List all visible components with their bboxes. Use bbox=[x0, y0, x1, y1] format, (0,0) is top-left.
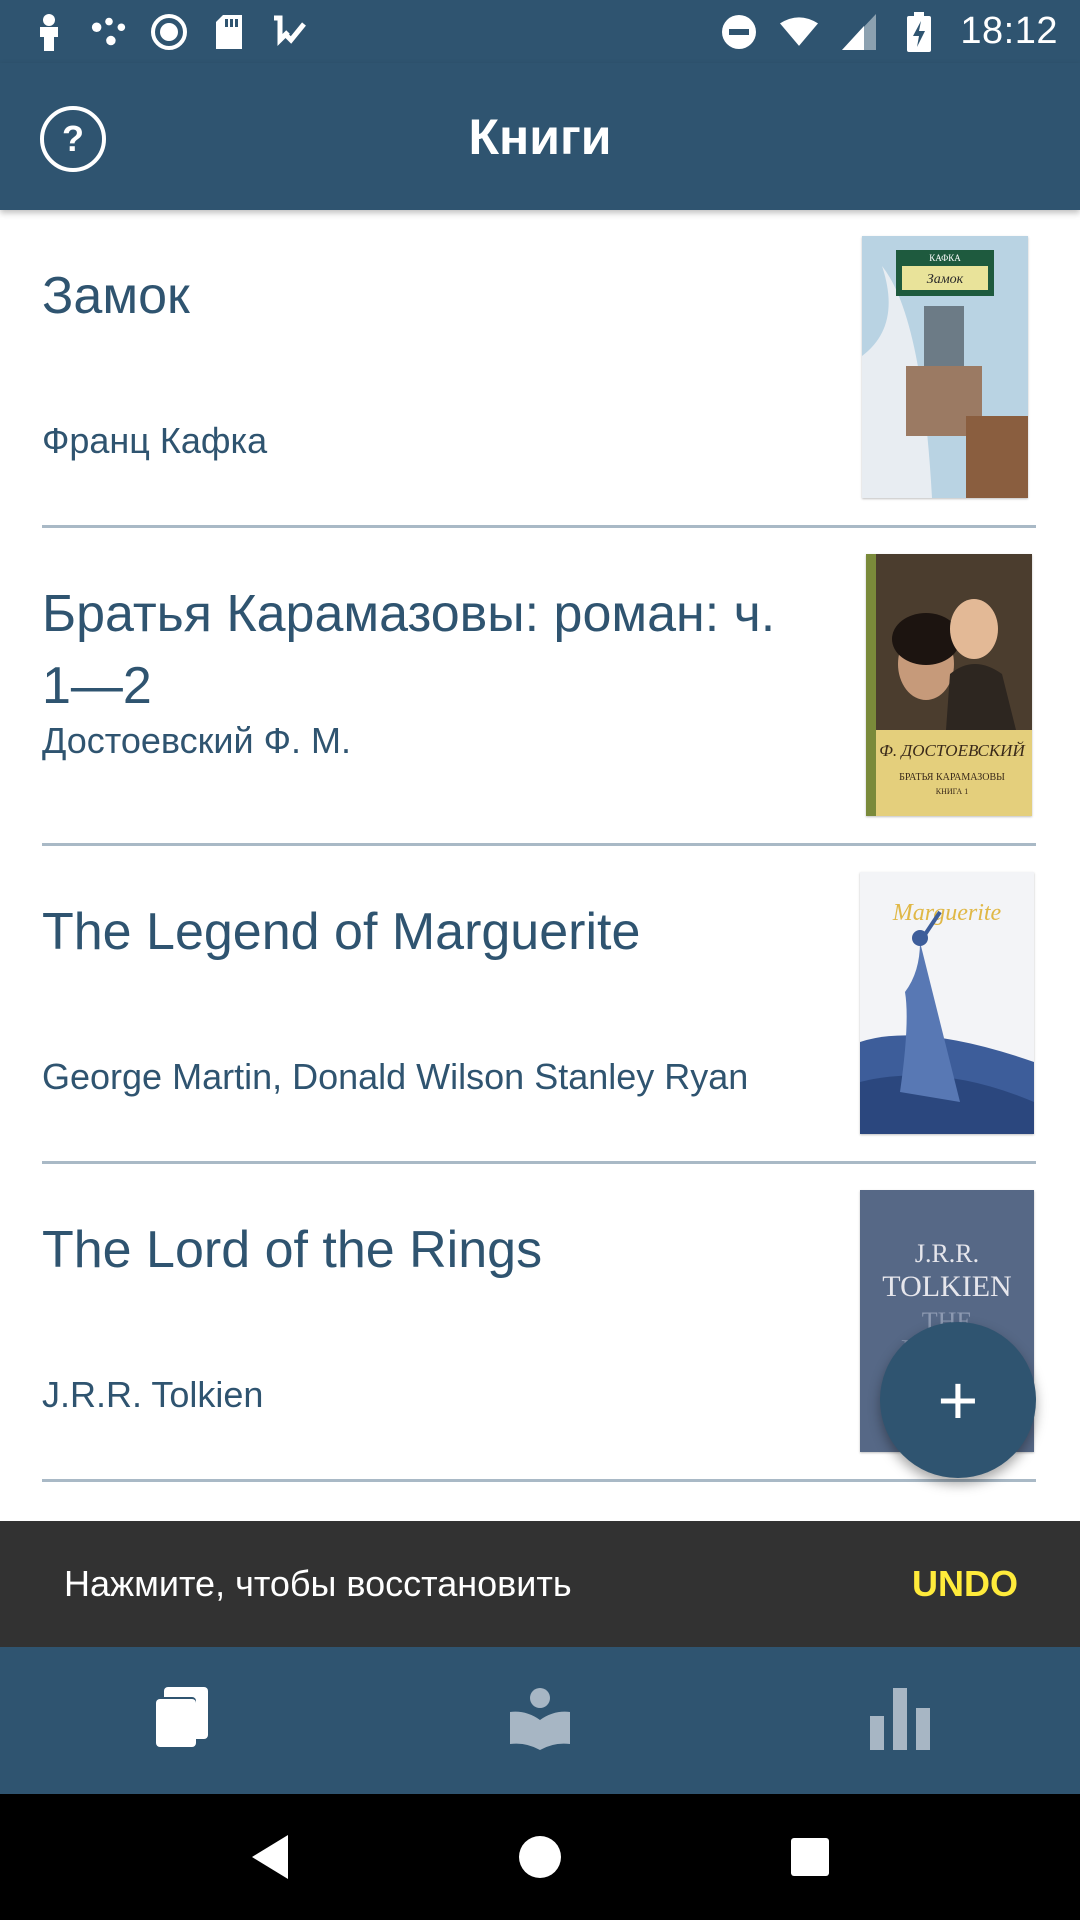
task-icon bbox=[270, 13, 308, 51]
reading-icon bbox=[508, 1686, 572, 1755]
back-icon bbox=[252, 1835, 288, 1879]
wifi-icon bbox=[780, 13, 819, 51]
undo-button[interactable]: UNDO bbox=[912, 1563, 1018, 1605]
page-title: Книги bbox=[468, 108, 612, 165]
svg-text:БРАТЬЯ КАРАМАЗОВЫ: БРАТЬЯ КАРАМАЗОВЫ bbox=[899, 772, 1005, 783]
dnd-icon bbox=[720, 13, 758, 51]
svg-text:TOLKIEN: TOLKIEN bbox=[882, 1270, 1011, 1303]
list-item[interactable]: The Legend of Marguerite George Martin, … bbox=[0, 846, 1080, 1164]
snackbar-message: Нажмите, чтобы восстановить bbox=[64, 1563, 572, 1604]
status-time: 18:12 bbox=[960, 10, 1058, 52]
list-item[interactable]: Братья Карамазовы: роман: ч. 1—2 Достоев… bbox=[0, 528, 1080, 846]
svg-text:Замок: Замок bbox=[927, 272, 964, 287]
svg-text:Ф. ДОСТОЕВСКИЙ: Ф. ДОСТОЕВСКИЙ bbox=[879, 741, 1026, 760]
book-author: Достоевский Ф. М. bbox=[42, 720, 351, 761]
svg-text:КАФКА: КАФКА bbox=[929, 253, 961, 263]
help-button[interactable]: ? bbox=[40, 106, 106, 172]
tab-books[interactable] bbox=[120, 1661, 240, 1781]
status-icons-left bbox=[30, 13, 308, 51]
book-author: J.R.R. Tolkien bbox=[42, 1374, 264, 1415]
book-title: The Legend of Marguerite bbox=[42, 903, 641, 961]
dots-icon bbox=[90, 13, 128, 51]
book-cover-image: Ф. ДОСТОЕВСКИЙ БРАТЬЯ КАРАМАЗОВЫ КНИГА 1 bbox=[866, 554, 1032, 816]
home-icon bbox=[519, 1836, 561, 1878]
back-button[interactable] bbox=[240, 1827, 300, 1887]
book-title: The Lord of the Rings bbox=[42, 1221, 543, 1279]
bottom-navigation bbox=[0, 1647, 1080, 1794]
sd-card-icon bbox=[210, 13, 248, 51]
svg-text:КНИГА 1: КНИГА 1 bbox=[936, 787, 968, 796]
book-title: Братья Карамазовы: роман: ч. 1—2 bbox=[42, 585, 776, 715]
status-icons-right: 18:12 bbox=[720, 10, 1058, 53]
recents-icon bbox=[791, 1838, 829, 1876]
tab-reading[interactable] bbox=[480, 1661, 600, 1781]
book-cover-image: Marguerite bbox=[860, 872, 1034, 1134]
book-author: Франц Кафка bbox=[42, 420, 268, 461]
tab-stats[interactable] bbox=[840, 1661, 960, 1781]
home-button[interactable] bbox=[510, 1827, 570, 1887]
book-list: Замок Франц Кафка Замок КАФКА Братья Кар… bbox=[0, 210, 1080, 1482]
help-icon: ? bbox=[62, 118, 84, 159]
status-bar: 18:12 bbox=[0, 0, 1080, 63]
system-navigation-bar bbox=[0, 1794, 1080, 1920]
recents-button[interactable] bbox=[780, 1827, 840, 1887]
snackbar: Нажмите, чтобы восстановить UNDO bbox=[0, 1521, 1080, 1647]
book-author: George Martin, Donald Wilson Stanley Rya… bbox=[42, 1056, 749, 1097]
app-bar: ? Книги bbox=[0, 63, 1080, 210]
divider bbox=[42, 1479, 1036, 1482]
svg-text:J.R.R.: J.R.R. bbox=[915, 1239, 979, 1268]
book-cover-image: Замок КАФКА bbox=[862, 236, 1028, 498]
add-book-button[interactable]: + bbox=[880, 1322, 1036, 1478]
stats-icon bbox=[868, 1686, 932, 1755]
list-item[interactable]: Замок Франц Кафка Замок КАФКА bbox=[0, 210, 1080, 528]
battery-charging-icon bbox=[900, 11, 938, 52]
plus-icon: + bbox=[937, 1361, 979, 1439]
books-icon bbox=[150, 1685, 210, 1756]
svg-text:Marguerite: Marguerite bbox=[892, 900, 1002, 926]
signal-icon bbox=[840, 13, 878, 51]
record-icon bbox=[150, 13, 188, 51]
person-icon bbox=[30, 13, 68, 51]
book-title: Замок bbox=[42, 267, 190, 325]
